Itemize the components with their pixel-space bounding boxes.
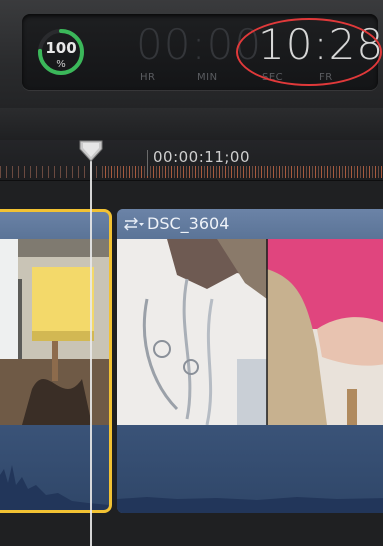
timeline-ruler[interactable]: 00:00:11;00 — [0, 140, 383, 181]
timecode-seconds-frames: 10:28 — [258, 20, 383, 69]
clip-dsc-3604-header[interactable]: DSC_3604 — [117, 209, 383, 239]
ruler-timecode: 00:00:11;00 — [153, 148, 251, 166]
playhead-line — [90, 150, 92, 546]
clip-dsc-3604-audio — [117, 425, 383, 513]
clip-previous-header — [0, 209, 109, 239]
background-tasks-meter[interactable]: 100 % — [36, 27, 86, 77]
clip-dsc-3604-waveform — [117, 497, 383, 513]
ruler-divider — [147, 150, 148, 176]
clip-options-icon[interactable] — [123, 217, 145, 231]
meter-percent-value: 100 — [45, 39, 77, 57]
meter-percent-unit: % — [56, 59, 66, 70]
clip-previous[interactable] — [0, 209, 109, 513]
playhead-icon[interactable] — [79, 140, 103, 162]
clip-dsc-3604-filmstrip — [117, 239, 383, 425]
timecode-hours-minutes: 00:00 — [136, 20, 263, 69]
clip-dsc-3604-thumbnails — [117, 239, 383, 425]
clip-previous-waveform — [0, 465, 109, 513]
clip-previous-thumbnail — [0, 239, 109, 425]
dashboard: 100 % 00:00 10:28 HR MIN SEC FR — [0, 0, 383, 109]
timecode-display[interactable]: 100 % 00:00 10:28 HR MIN SEC FR — [22, 14, 383, 90]
clip-previous-filmstrip — [0, 239, 109, 425]
timeline[interactable]: DSC_3604 — [0, 181, 383, 546]
clip-previous-audio — [0, 425, 109, 513]
label-sec: SEC — [262, 72, 284, 83]
clip-title: DSC_3604 — [147, 214, 230, 233]
label-fr: FR — [319, 72, 333, 83]
label-min: MIN — [197, 72, 218, 83]
label-hr: HR — [140, 72, 156, 83]
toolbar-strip — [0, 108, 383, 141]
clip-dsc-3604[interactable]: DSC_3604 — [117, 209, 383, 513]
